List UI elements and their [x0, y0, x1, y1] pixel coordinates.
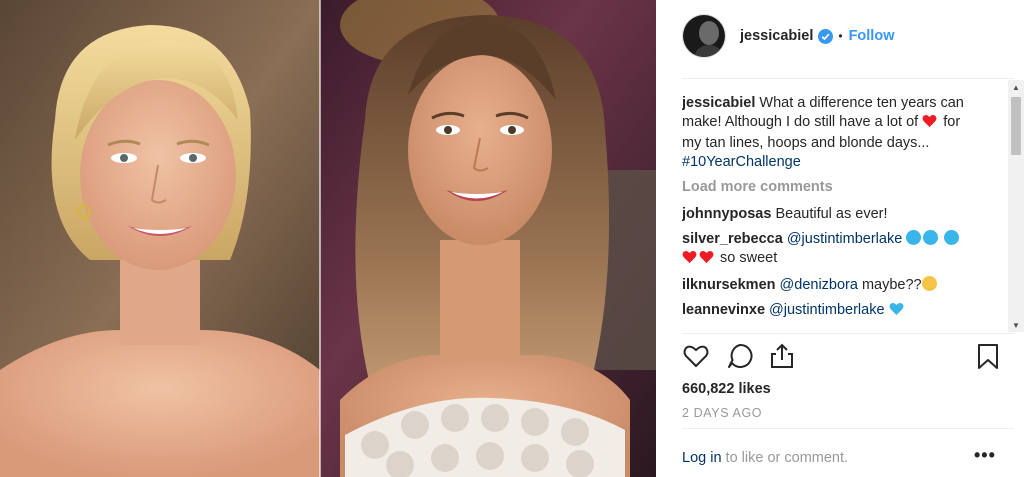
divider	[682, 428, 1014, 429]
scroll-thumb[interactable]	[1011, 97, 1021, 155]
comment-item: silver_rebecca @justintimberlake so swee…	[682, 230, 982, 270]
share-icon[interactable]	[768, 342, 798, 374]
comment-item: johnnyposas Beautiful as ever!	[682, 205, 982, 224]
header-username[interactable]: jessicabiel	[740, 28, 813, 44]
red-heart-emoji-icon	[699, 250, 714, 270]
bookmark-icon[interactable]	[974, 342, 1004, 374]
comments-list: jessicabiel What a difference ten years …	[682, 94, 982, 332]
divider	[682, 78, 1014, 79]
post-header: jessicabiel • Follow	[656, 0, 1024, 72]
comment-mention[interactable]: @denizbora	[780, 277, 858, 293]
post-side-panel: jessicabiel • Follow jessicabiel What a …	[656, 0, 1024, 477]
scroll-up-arrow-icon[interactable]: ▲	[1008, 80, 1024, 94]
laughing-face-emoji-icon	[921, 276, 937, 291]
avatar[interactable]	[682, 14, 726, 58]
comment-username[interactable]: ilknursekmen	[682, 277, 776, 293]
caption-username[interactable]: jessicabiel	[682, 95, 755, 111]
post-timestamp: 2 DAYS AGO	[682, 406, 763, 420]
red-heart-emoji-icon	[922, 114, 937, 134]
likes-count[interactable]: 660,822 likes	[682, 381, 771, 397]
scroll-down-arrow-icon[interactable]: ▼	[1008, 318, 1024, 332]
caption-hashtag[interactable]: #10YearChallenge	[682, 154, 801, 170]
comment-text: so sweet	[720, 250, 778, 266]
divider	[682, 333, 1014, 334]
comment-username[interactable]: johnnyposas	[682, 206, 771, 222]
comment-item: ilknursekmen @denizbora maybe??	[682, 276, 982, 295]
post-photo[interactable]	[0, 0, 656, 477]
avatar-image	[683, 15, 725, 57]
load-more-comments-button[interactable]: Load more comments	[682, 178, 982, 197]
comment-mention[interactable]: @justintimberlake	[787, 231, 902, 247]
comment-item: leannevinxe @justintimberlake	[682, 301, 982, 322]
login-prompt-text: to like or comment.	[725, 450, 849, 466]
crying-face-emoji-icon	[923, 230, 939, 245]
instagram-post-embed: jessicabiel • Follow jessicabiel What a …	[0, 0, 1024, 477]
verified-badge-icon	[818, 28, 834, 44]
speech-bubble-icon[interactable]	[726, 342, 756, 374]
separator-dot: •	[838, 29, 843, 43]
before-after-collage	[0, 0, 656, 477]
comment-username[interactable]: silver_rebecca	[682, 231, 783, 247]
comment-text: maybe??	[861, 277, 922, 293]
post-actions-bar	[682, 342, 1004, 374]
crying-face-emoji-icon	[944, 230, 960, 245]
login-link[interactable]: Log in	[682, 450, 722, 466]
heart-outline-icon[interactable]	[682, 342, 712, 374]
comment-text: Beautiful as ever!	[775, 206, 888, 222]
comment-username[interactable]: leannevinxe	[682, 302, 765, 318]
comments-scrollbar[interactable]: ▲ ▼	[1008, 80, 1024, 332]
red-heart-emoji-icon	[682, 250, 697, 270]
more-options-icon[interactable]: •••	[974, 446, 998, 469]
crying-face-emoji-icon	[906, 230, 922, 245]
login-prompt: Log in to like or comment.	[682, 450, 848, 466]
post-caption: jessicabiel What a difference ten years …	[682, 94, 982, 172]
comment-mention[interactable]: @justintimberlake	[769, 302, 884, 318]
follow-button[interactable]: Follow	[849, 28, 895, 44]
blue-heart-emoji-icon	[889, 302, 904, 322]
